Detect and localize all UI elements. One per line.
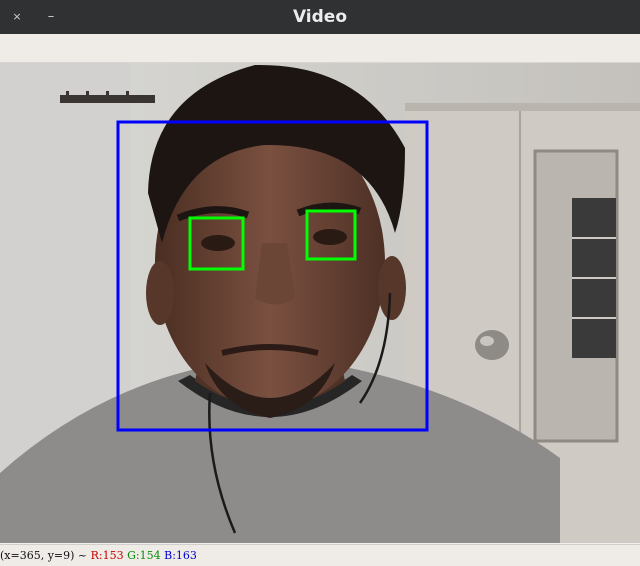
cursor-coordinates: (x=365, y=9) ~ bbox=[0, 549, 91, 562]
door-knob bbox=[475, 330, 509, 360]
video-canvas bbox=[0, 63, 640, 543]
toolbar bbox=[0, 34, 640, 63]
pixel-green-value: G:154 bbox=[127, 549, 161, 562]
title-bar: × – Video bbox=[0, 0, 640, 34]
window-title: Video bbox=[292, 7, 348, 27]
status-bar: (x=365, y=9) ~ R:153 G:154 B:163 bbox=[0, 544, 640, 566]
cupboard-top bbox=[405, 103, 640, 111]
video-frame[interactable] bbox=[0, 63, 640, 543]
pixel-blue-value: B:163 bbox=[164, 549, 197, 562]
pixel-red-value: R:153 bbox=[90, 549, 124, 562]
